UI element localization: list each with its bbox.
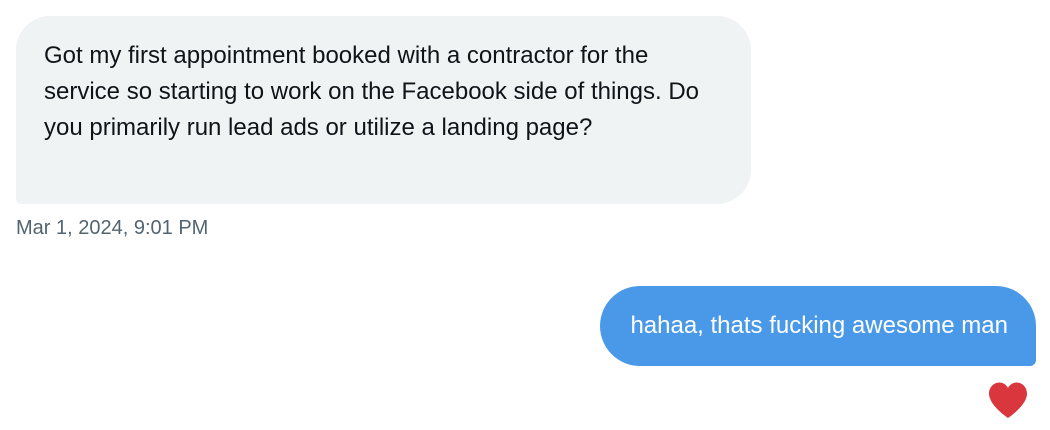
heart-icon: [989, 382, 1027, 418]
heart-reaction[interactable]: [986, 380, 1030, 420]
message-timestamp: Mar 1, 2024, 9:01 PM: [16, 217, 209, 239]
received-message-text: Got my first appointment booked with a c…: [44, 42, 699, 141]
sent-message-bubble[interactable]: hahaa, thats fucking awesome man: [600, 286, 1036, 366]
dm-conversation: Got my first appointment booked with a c…: [0, 0, 1050, 430]
sent-message-text: hahaa, thats fucking awesome man: [630, 312, 1008, 339]
received-message-bubble[interactable]: Got my first appointment booked with a c…: [16, 16, 751, 204]
